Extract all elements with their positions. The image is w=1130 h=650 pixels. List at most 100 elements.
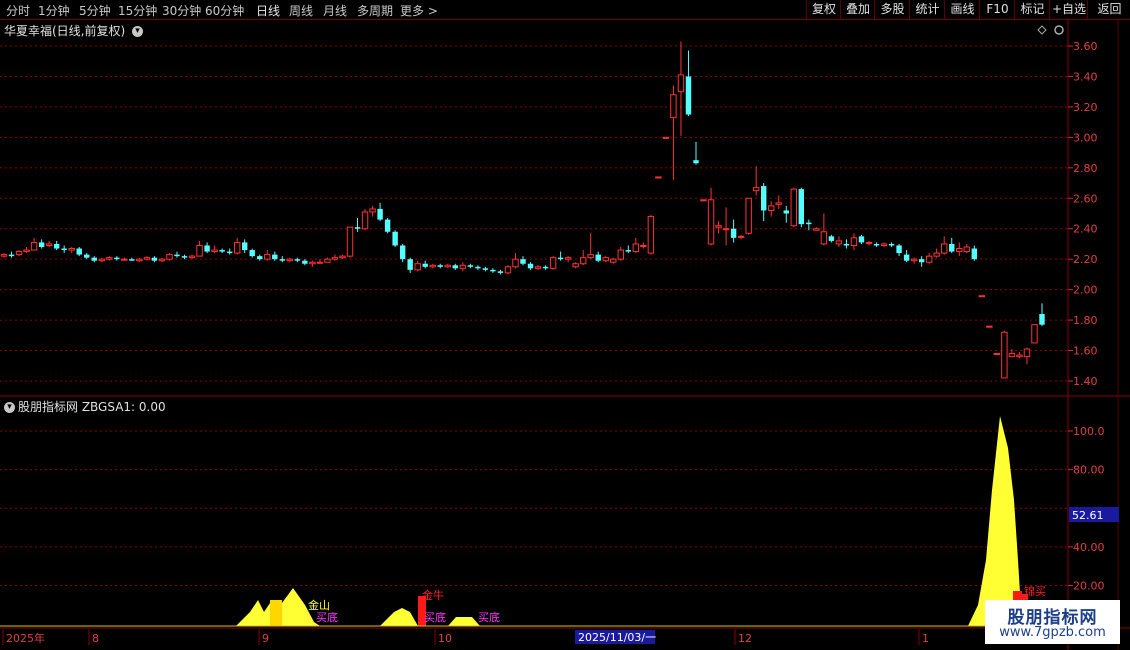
candle-body	[482, 268, 489, 270]
candle-body	[324, 258, 331, 263]
candle-body	[384, 219, 391, 232]
price-tick-label: 3.40	[1073, 70, 1098, 83]
candle-body	[143, 257, 151, 260]
toolbar-button-1[interactable]: 叠加	[840, 0, 875, 19]
candle-body	[722, 228, 730, 231]
x-axis-label: 8	[92, 632, 99, 645]
period-tab-0[interactable]: 分时	[6, 2, 30, 19]
toolbar-button-4[interactable]: 画线	[944, 0, 980, 19]
candle-body	[941, 243, 948, 254]
candle-body	[497, 271, 504, 273]
candle-body	[158, 258, 166, 262]
candle-body	[520, 259, 526, 264]
period-tab-10[interactable]: 更多 >	[400, 2, 438, 19]
candle-body	[843, 243, 850, 246]
x-axis-label: 2025年	[6, 631, 45, 645]
period-tab-5[interactable]: 60分钟	[205, 2, 244, 19]
candle-body	[53, 243, 60, 249]
toolbar-button-3[interactable]: 统计	[909, 0, 945, 19]
candle-body	[828, 236, 835, 241]
candle-body	[377, 208, 383, 220]
candle-body	[467, 265, 474, 267]
candle-body	[617, 249, 624, 260]
candle-body	[407, 259, 413, 270]
period-tab-9[interactable]: 多周期	[357, 2, 393, 19]
candle-body	[249, 250, 255, 257]
candle-body	[865, 241, 873, 244]
period-tab-6[interactable]: 日线	[256, 2, 280, 19]
diamond-icon	[1037, 25, 1047, 35]
period-tab-8[interactable]: 月线	[323, 2, 347, 19]
candle-body	[354, 227, 361, 229]
candle-body	[437, 265, 443, 267]
toolbar-button-7[interactable]: +自选	[1049, 0, 1088, 19]
period-tab-4[interactable]: 30分钟	[162, 2, 201, 19]
toolbar-button-6[interactable]: 标记	[1014, 0, 1050, 19]
candle-body	[910, 258, 918, 262]
candle-body	[564, 257, 572, 260]
candle-body	[730, 228, 737, 238]
toolbar-button-8[interactable]: 返回	[1087, 0, 1130, 19]
price-tick-label: 1.40	[1073, 375, 1098, 388]
candle-body	[888, 243, 895, 246]
candle-body	[0, 254, 8, 257]
candle-body	[707, 199, 715, 245]
toolbar-button-5[interactable]: F10	[979, 0, 1015, 19]
candle-body	[880, 243, 888, 246]
candle-body	[429, 264, 436, 268]
candle-body	[84, 254, 90, 258]
candle-body	[557, 257, 564, 260]
candle-body	[813, 228, 820, 231]
candle-body	[949, 243, 955, 252]
candle-body	[978, 295, 986, 298]
candle-body	[15, 251, 23, 256]
candle-body	[91, 257, 97, 261]
chevron-down-icon[interactable]: ▾	[132, 26, 144, 37]
candle-body	[23, 249, 30, 253]
candle-body	[632, 243, 640, 253]
candle-body	[331, 257, 339, 260]
candle-body	[339, 255, 346, 259]
gear-icon	[1054, 25, 1064, 35]
candle-body	[241, 242, 248, 251]
candle-body	[309, 261, 316, 265]
candle-body	[775, 202, 782, 205]
candle-body	[475, 266, 481, 269]
toolbar-button-2[interactable]: 多股	[874, 0, 910, 19]
chevron-down-icon[interactable]: ▾	[4, 402, 15, 413]
candle-body	[835, 240, 843, 245]
candle-body	[760, 186, 767, 211]
candle-body	[272, 254, 278, 260]
candle-body	[1001, 331, 1008, 379]
candle-body	[579, 257, 587, 265]
candle-body	[45, 243, 53, 246]
candle-body	[166, 254, 173, 260]
candle-body	[933, 252, 940, 257]
price-tick-label: 2.00	[1073, 284, 1098, 297]
stock-chart[interactable]: 3.60 3.40 3.20 3.00 2.80 2.60 2.40 2.20 2.00 1.80…	[0, 20, 1130, 650]
candle-body	[542, 266, 549, 269]
candle-body	[452, 265, 459, 269]
x-axis-label: 10	[438, 632, 452, 645]
price-tick-label: 3.00	[1073, 131, 1098, 144]
main-chart-title-text: 华夏幸福(日线,前复权)	[4, 24, 126, 38]
candle-body	[534, 266, 542, 269]
candle-body	[422, 263, 428, 267]
period-tab-1[interactable]: 1分钟	[38, 2, 70, 19]
candle-body	[918, 259, 925, 263]
toolbar-button-0[interactable]: 复权	[806, 0, 841, 19]
candle-body	[459, 264, 467, 269]
candle-body	[647, 216, 655, 254]
indicator-tick-label: 20.00	[1073, 579, 1105, 592]
period-tab-2[interactable]: 5分钟	[79, 2, 111, 19]
candle-body	[121, 258, 128, 261]
candle-body	[233, 241, 241, 254]
x-axis-label: 12	[738, 632, 752, 645]
period-tab-3[interactable]: 15分钟	[118, 2, 157, 19]
watermark-line2: www.7gpzb.com	[999, 625, 1106, 640]
period-tab-7[interactable]: 周线	[289, 2, 313, 19]
candle-body	[685, 76, 692, 115]
indicator-tick-label: 80.00	[1073, 464, 1105, 477]
indicator-label-maidi2: 买底	[424, 610, 446, 624]
candle-body	[129, 259, 135, 261]
